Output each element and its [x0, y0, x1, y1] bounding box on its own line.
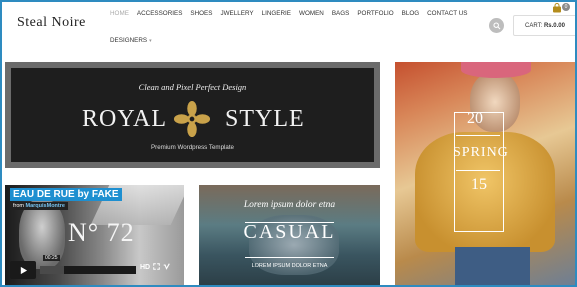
fullscreen-icon[interactable]: [153, 263, 160, 270]
video-overlay-text: N° 72: [68, 218, 135, 247]
play-button[interactable]: [10, 261, 36, 279]
nav-item-designers-label: Designers: [110, 37, 148, 44]
casual-banner[interactable]: Lorem ipsum dolor etna CASUAL LOREM IPSU…: [199, 185, 380, 285]
video-player[interactable]: EAU DE RUE by FAKE from MarquisMontre N°…: [5, 185, 184, 285]
nav-item-designers[interactable]: Designers ▾: [110, 37, 152, 44]
style-word: STYLE: [225, 106, 305, 132]
royal-tagline: Clean and Pixel Perfect Design: [138, 82, 247, 92]
royal-style-banner[interactable]: Clean and Pixel Perfect Design ROYAL STY…: [5, 62, 380, 168]
spring-frame-box: [454, 112, 504, 232]
ornament-icon: [173, 100, 211, 138]
nav-item-blog[interactable]: Blog: [402, 10, 420, 17]
spring-banner[interactable]: 20 SPRING 15: [395, 62, 575, 285]
spring-title: SPRING: [453, 145, 509, 160]
cart-label: CART:: [525, 22, 543, 29]
video-author-name: MarquisMontre: [25, 203, 65, 209]
nav-row-1: Home Accessories Shoes Jwellery Lingerie…: [110, 7, 480, 20]
video-author[interactable]: from MarquisMontre: [10, 202, 68, 210]
cart-amount: Rs.0.00: [543, 22, 565, 29]
search-icon: [492, 21, 500, 29]
casual-lorem-top: Lorem ipsum dolor etna: [243, 200, 336, 210]
video-author-prefix: from: [13, 203, 24, 209]
cart-count-badge: 0: [562, 3, 570, 11]
spring-model-cap: [461, 62, 531, 78]
spring-model-jeans: [455, 247, 530, 285]
hd-button[interactable]: HD: [140, 264, 150, 271]
nav-item-bags[interactable]: Bags: [332, 10, 350, 17]
spring-divider-2: [456, 170, 500, 171]
casual-title: CASUAL: [243, 221, 336, 243]
nav-item-home[interactable]: Home: [110, 10, 129, 17]
spring-year-top: 20: [467, 110, 483, 127]
video-time: 00:25: [43, 255, 60, 261]
main-nav: Home Accessories Shoes Jwellery Lingerie…: [110, 7, 480, 47]
search-button[interactable]: [489, 18, 504, 33]
browser-frame: Steal Noire Home Accessories Shoes Jwell…: [0, 0, 577, 287]
casual-divider-bottom: [245, 257, 334, 258]
play-icon: [20, 266, 27, 274]
nav-item-lingerie[interactable]: Lingerie: [262, 10, 291, 17]
vimeo-icon[interactable]: [163, 263, 170, 270]
casual-lorem-bottom: LOREM IPSUM DOLOR ETNA: [251, 263, 328, 269]
nav-row-2: Designers ▾: [110, 34, 480, 47]
spring-divider-1: [456, 135, 500, 136]
nav-item-accessories[interactable]: Accessories: [137, 10, 183, 17]
video-controls: 00:25 HD: [10, 255, 180, 279]
site-logo[interactable]: Steal Noire: [17, 15, 86, 31]
nav-item-portfolio[interactable]: Portfolio: [357, 10, 393, 17]
chevron-down-icon: ▾: [149, 38, 152, 44]
cart-button[interactable]: CART: Rs.0.00: [513, 15, 575, 36]
video-progress-fill: [40, 266, 64, 274]
royal-word: ROYAL: [82, 106, 168, 132]
video-icon-group: [153, 263, 170, 270]
royal-subtitle: Premium Wordpress Template: [151, 144, 234, 151]
video-progress-bar[interactable]: [40, 266, 136, 274]
nav-item-shoes[interactable]: Shoes: [190, 10, 212, 17]
royal-banner-inner: Clean and Pixel Perfect Design ROYAL STY…: [11, 68, 374, 162]
video-title[interactable]: EAU DE RUE by FAKE: [10, 188, 122, 201]
shopping-bag-icon: [553, 3, 561, 13]
nav-item-contact[interactable]: Contact Us: [427, 10, 467, 17]
nav-item-jwellery[interactable]: Jwellery: [220, 10, 253, 17]
nav-item-women[interactable]: Women: [299, 10, 324, 17]
spring-year-bottom: 15: [471, 176, 487, 193]
